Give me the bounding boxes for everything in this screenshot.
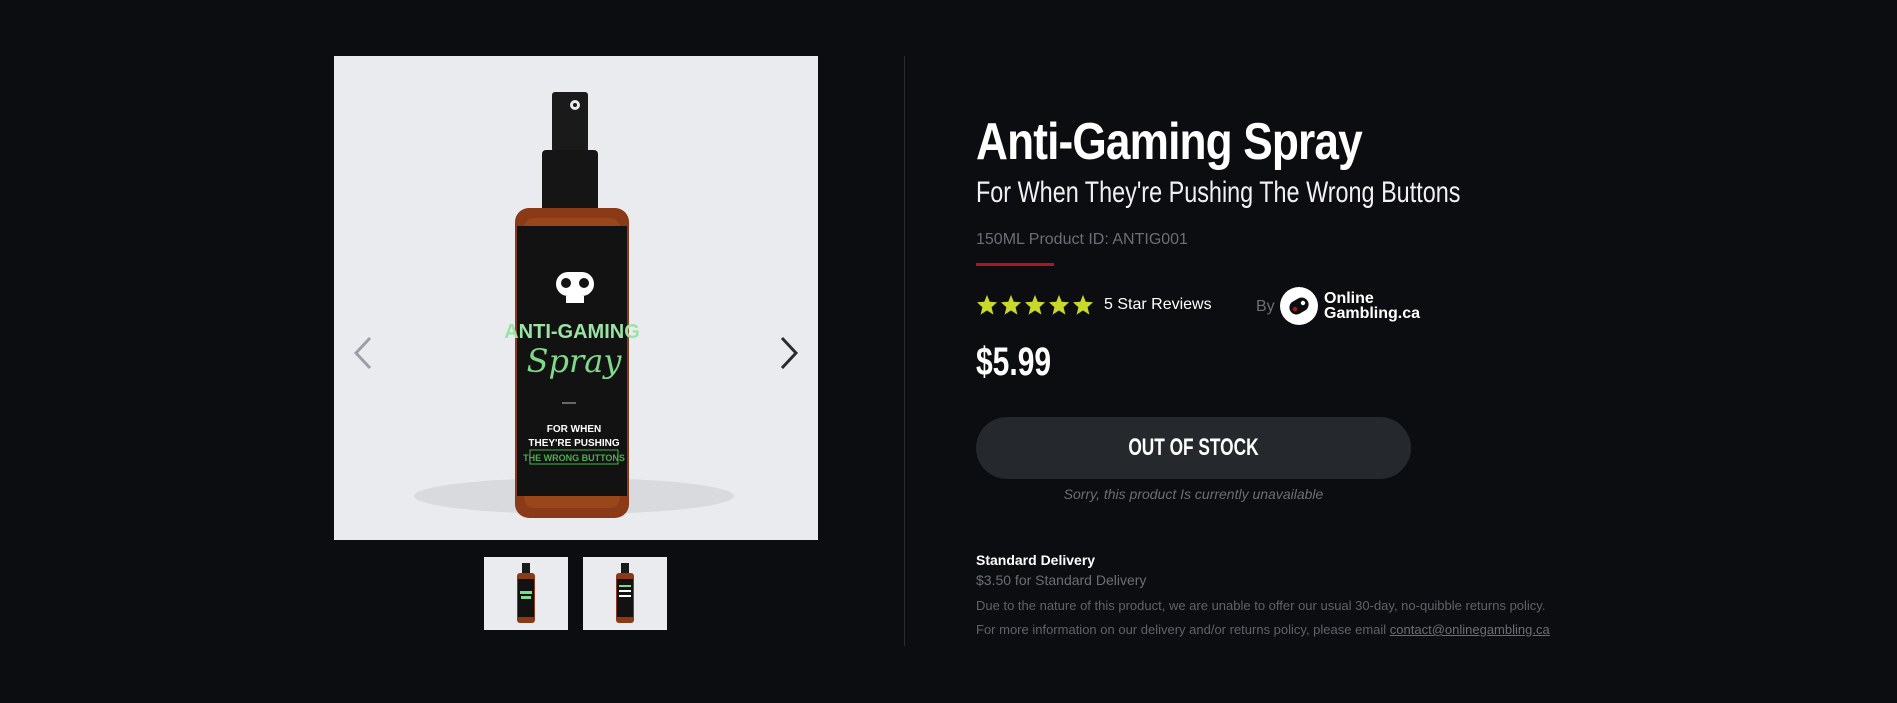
delivery-title: Standard Delivery — [976, 552, 1096, 568]
thumbnail-2[interactable] — [583, 557, 667, 630]
thumbnail-1[interactable] — [484, 557, 568, 630]
brand-name-line2: Gambling.ca — [1324, 305, 1421, 322]
contact-email-link[interactable]: contact@onlinegambling.ca — [1390, 622, 1550, 637]
thumbnail-strip — [484, 557, 667, 630]
product-image-gallery: ANTI-GAMING Spray FOR WHEN THEY'RE PUSHI… — [334, 56, 818, 540]
product-title: Anti-Gaming Spray — [976, 113, 1363, 171]
gallery-prev-button[interactable] — [344, 330, 384, 376]
bottle-thumbnail-image — [517, 563, 535, 623]
unavailable-note: Sorry, this product Is currently unavail… — [1063, 486, 1324, 502]
reviews-label[interactable]: 5 Star Reviews — [1104, 296, 1212, 314]
product-id: 150ML Product ID: ANTIG001 — [976, 231, 1188, 248]
contact-text: For more information on our delivery and… — [976, 622, 1550, 637]
gallery-next-button[interactable] — [770, 330, 810, 376]
brand-logo-link[interactable]: Online Gambling.ca — [1280, 287, 1420, 325]
bottle-thumbnail-image — [616, 563, 634, 623]
bottle-label-line3: FOR WHEN — [547, 424, 601, 435]
product-bottle-image: ANTI-GAMING Spray FOR WHEN THEY'RE PUSHI… — [414, 92, 734, 518]
star-rating — [976, 294, 1094, 316]
bottle-label-line5: THE WRONG BUTTONS — [523, 453, 625, 463]
star-icon — [1072, 294, 1094, 315]
brand-name: Online Gambling.ca — [1324, 290, 1421, 322]
gamepad-logo-icon — [1280, 287, 1318, 325]
brand-name-line1: Online — [1324, 290, 1374, 307]
column-divider — [904, 56, 905, 646]
star-icon — [1000, 294, 1022, 315]
star-icon — [1024, 294, 1046, 315]
accent-divider — [976, 263, 1054, 266]
out-of-stock-label: OUT OF STOCK — [1128, 434, 1259, 461]
delivery-price: $3.50 for Standard Delivery — [976, 572, 1147, 588]
out-of-stock-button[interactable]: OUT OF STOCK — [976, 417, 1411, 479]
product-subtitle: For When They're Pushing The Wrong Butto… — [976, 176, 1461, 209]
bottle-label-line4: THEY'RE PUSHING — [528, 438, 620, 449]
product-price: $5.99 — [976, 340, 1052, 384]
chevron-left-icon — [353, 336, 372, 370]
bottle-label-line2: Spray — [527, 342, 623, 380]
by-label: By — [1256, 298, 1275, 315]
chevron-right-icon — [780, 336, 799, 370]
bottle-label-line1: ANTI-GAMING — [504, 321, 640, 343]
returns-policy-text: Due to the nature of this product, we ar… — [976, 598, 1546, 613]
star-icon — [976, 294, 998, 315]
star-icon — [1048, 294, 1070, 315]
contact-prefix: For more information on our delivery and… — [976, 622, 1390, 637]
